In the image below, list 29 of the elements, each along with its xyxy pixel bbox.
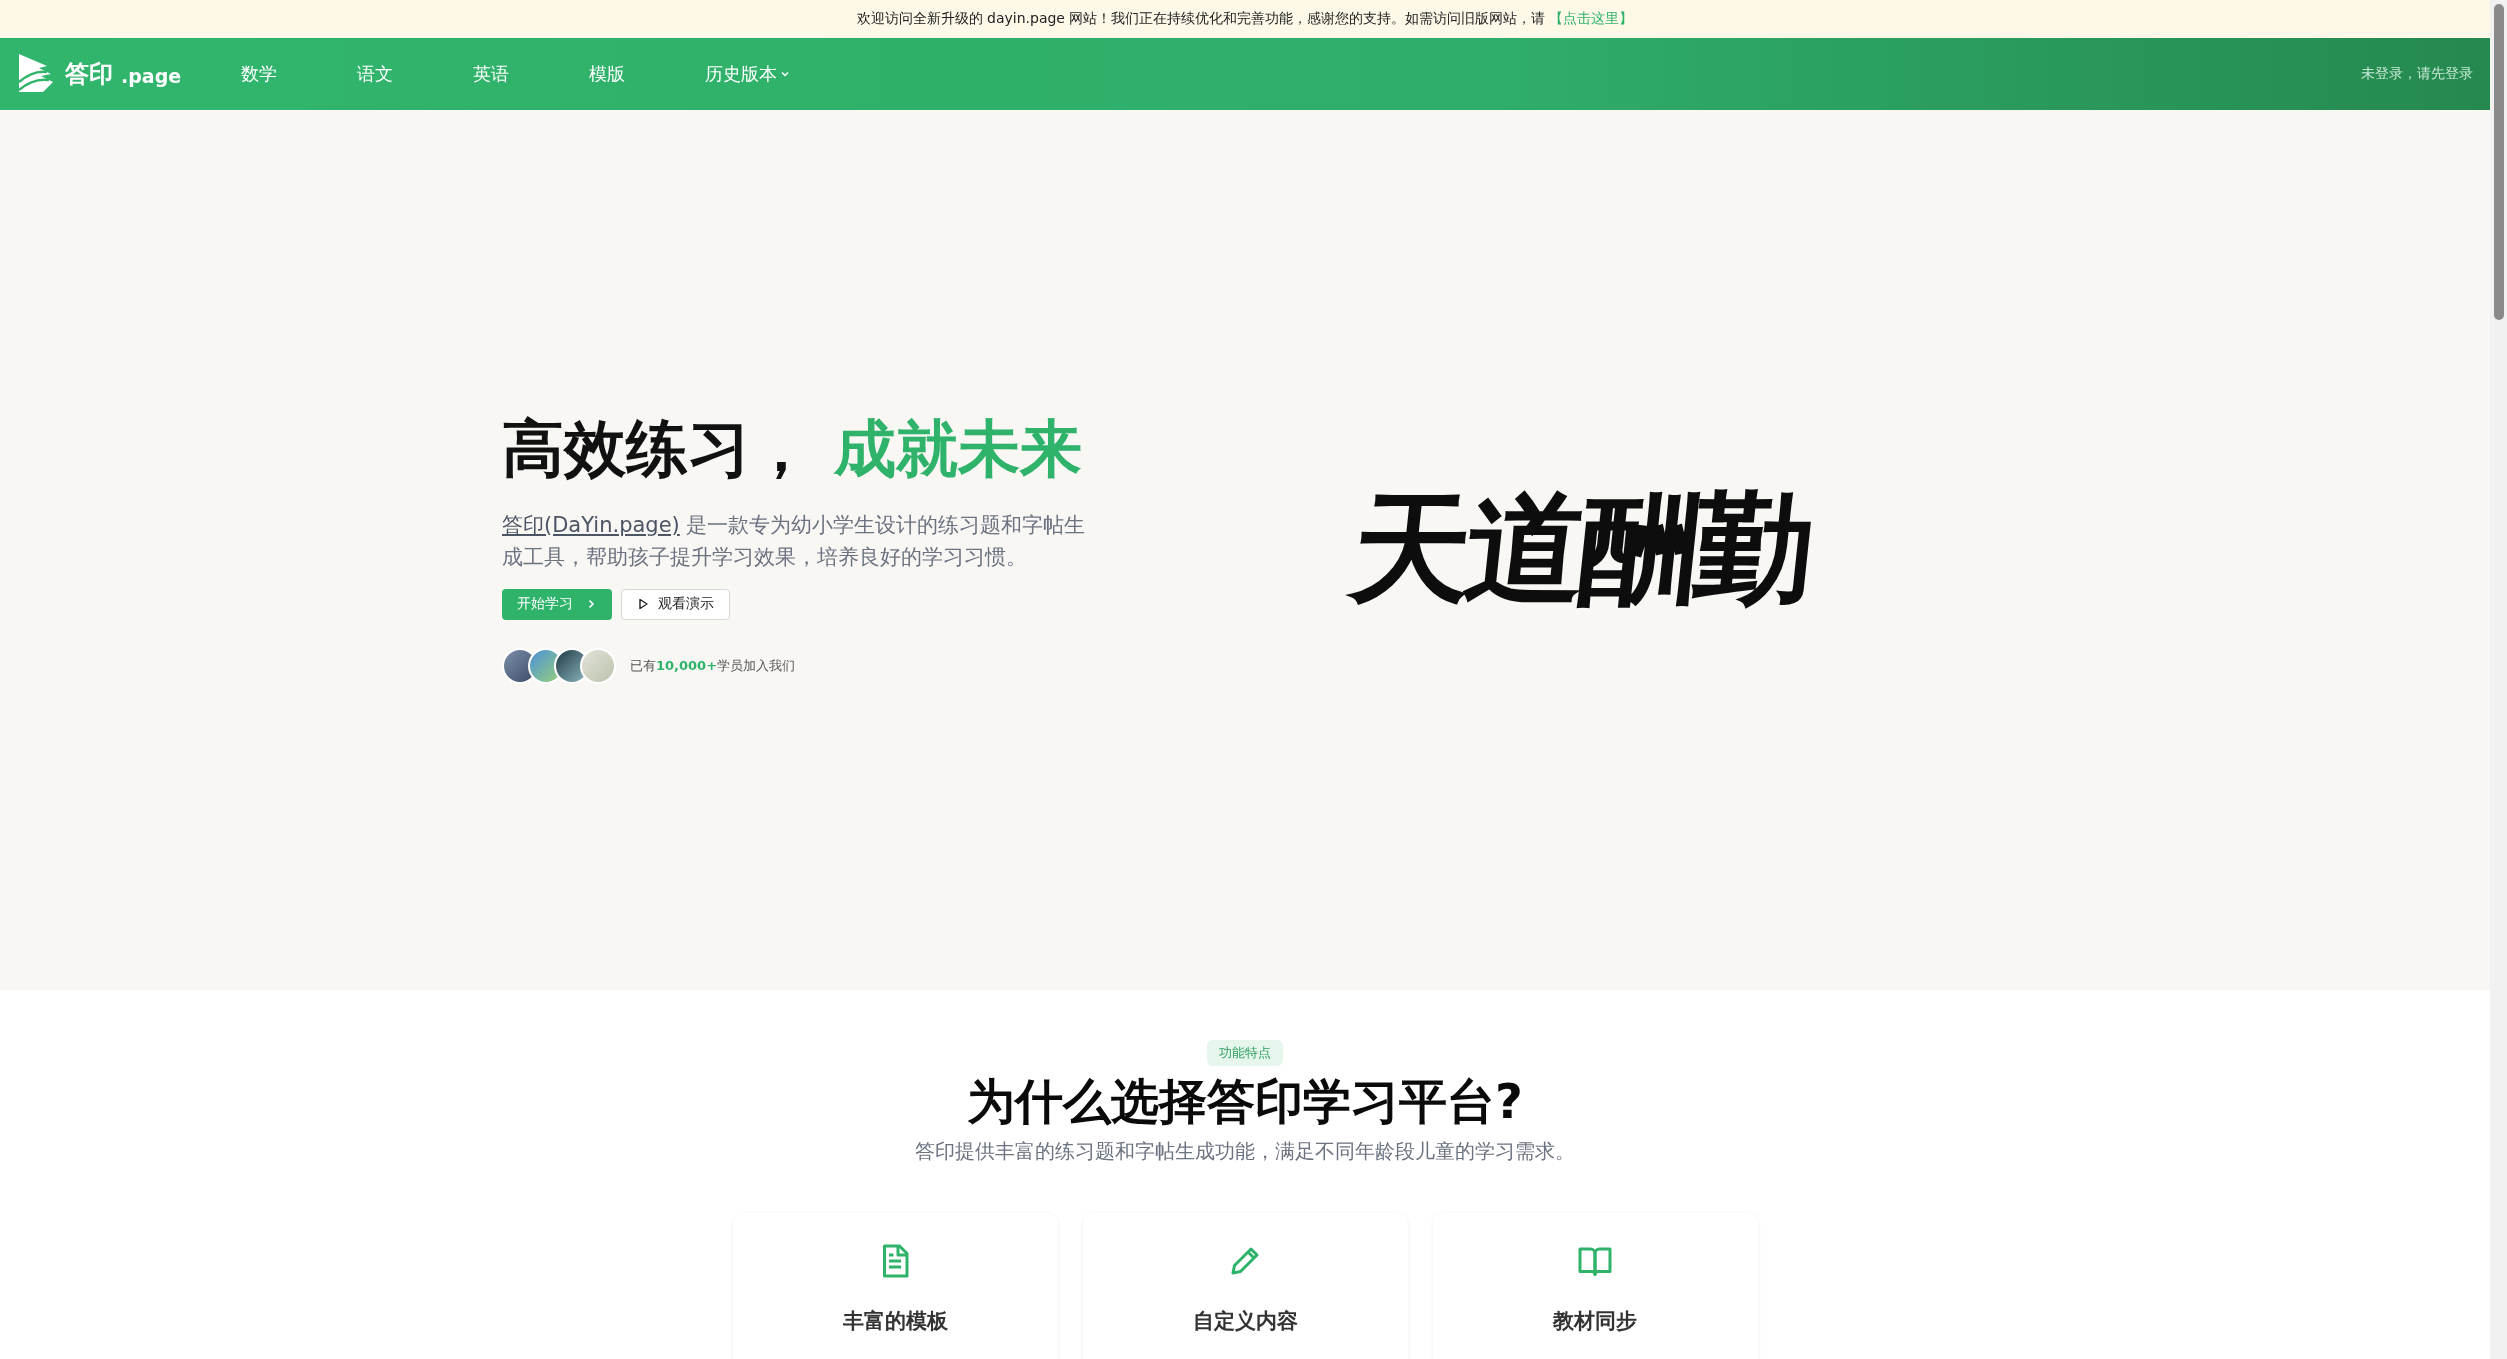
- avatar: [580, 647, 616, 684]
- section-badge: 功能特点: [1207, 1040, 1283, 1066]
- calligraphy-artwork: 天道酬勤: [1343, 475, 1817, 620]
- nav-item[interactable]: 语文: [357, 62, 474, 86]
- banner-link[interactable]: 【点击这里】: [1549, 10, 1634, 28]
- feature-title: 教材同步: [1553, 1308, 1637, 1335]
- start-button[interactable]: 开始学习: [502, 588, 612, 620]
- logo-suffix: .page: [121, 65, 182, 87]
- scrollbar-thumb[interactable]: [2494, 4, 2504, 320]
- hero-description: 答印(DaYin.page) 是一款专为幼小学生设计的练习题和字帖生成工具，帮助孩子提升学习效果，培养良好的学习习惯。: [502, 511, 1087, 571]
- section-title: 为什么选择答印学习平台?: [967, 1072, 1523, 1131]
- banner-text: 欢迎访问全新升级的 dayin.page 网站！我们正在持续优化和完善功能，感谢您的支持。如需访问旧版网站，请: [856, 10, 1546, 28]
- play-icon: [637, 598, 649, 610]
- hero-title: 高效练习，: [502, 410, 812, 487]
- nav-item[interactable]: 数学: [241, 62, 358, 86]
- scrollbar[interactable]: [2490, 0, 2507, 1359]
- chevron-down-icon: [780, 69, 791, 79]
- nav-item[interactable]: 历史版本: [705, 62, 822, 86]
- login-link[interactable]: 未登录，请先登录: [2361, 65, 2473, 83]
- logo-text: 答印: [65, 59, 113, 90]
- site-link[interactable]: 答印(DaYin.page): [502, 512, 680, 537]
- nav-item[interactable]: 模版: [589, 62, 706, 86]
- feature-title: 丰富的模板: [842, 1308, 948, 1335]
- section-subtitle: 答印提供丰富的练习题和字帖生成功能，满足不同年龄段儿童的学习需求。: [915, 1138, 1575, 1165]
- nav-item[interactable]: 英语: [473, 62, 590, 86]
- demo-button[interactable]: 观看演示: [621, 588, 730, 620]
- learner-count: 已有10,000+学员加入我们: [630, 656, 796, 675]
- hero-title-highlight: 成就未来: [834, 410, 1082, 487]
- feature-title: 自定义内容: [1192, 1308, 1298, 1335]
